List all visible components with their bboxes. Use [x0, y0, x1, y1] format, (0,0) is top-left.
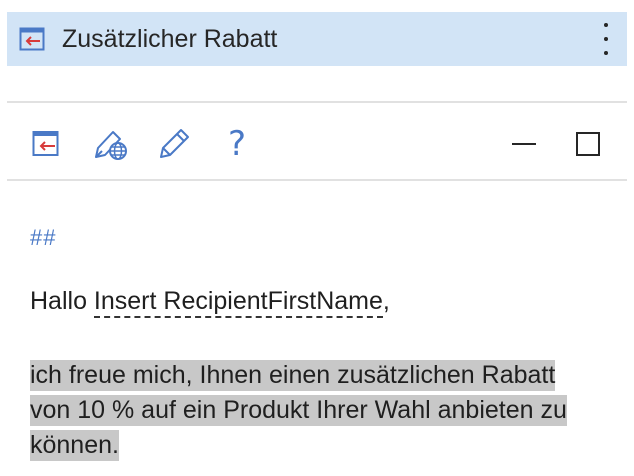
edit-button[interactable] — [157, 126, 191, 162]
insert-template-button[interactable] — [30, 126, 64, 162]
signature-web-button[interactable] — [92, 126, 130, 162]
sign-globe-icon — [95, 131, 127, 160]
edit-pencil-icon — [160, 129, 189, 158]
greeting-prefix: Hallo — [30, 287, 94, 315]
pane-title: Zusätzlicher Rabatt — [62, 25, 278, 53]
divider — [7, 179, 627, 181]
minimize-icon — [512, 143, 536, 145]
maximize-button[interactable] — [570, 126, 606, 162]
more-dot — [604, 37, 608, 41]
recipient-placeholder[interactable]: Insert RecipientFirstName — [93, 287, 383, 318]
template-pane: Zusätzlicher Rabatt ? ## Hallo Insert Re… — [0, 0, 634, 476]
more-dot — [604, 51, 608, 55]
pane-title-bar: Zusätzlicher Rabatt — [7, 12, 627, 66]
maximize-icon — [576, 132, 600, 156]
more-dot — [604, 23, 608, 27]
greeting-line: Hallo Insert RecipientFirstName, — [30, 285, 390, 318]
help-button[interactable]: ? — [222, 126, 252, 162]
minimize-button[interactable] — [506, 126, 542, 162]
help-icon: ? — [227, 124, 247, 164]
selected-text: ich freue mich, Ihnen einen zusätzlichen… — [30, 360, 567, 461]
insert-icon — [32, 131, 59, 156]
divider — [7, 101, 627, 103]
heading-marker: ## — [30, 225, 57, 250]
more-options-icon[interactable] — [599, 23, 613, 55]
body-paragraph[interactable]: ich freue mich, Ihnen einen zusätzlichen… — [30, 358, 590, 463]
insert-template-icon — [19, 27, 45, 51]
greeting-suffix: , — [382, 287, 390, 315]
